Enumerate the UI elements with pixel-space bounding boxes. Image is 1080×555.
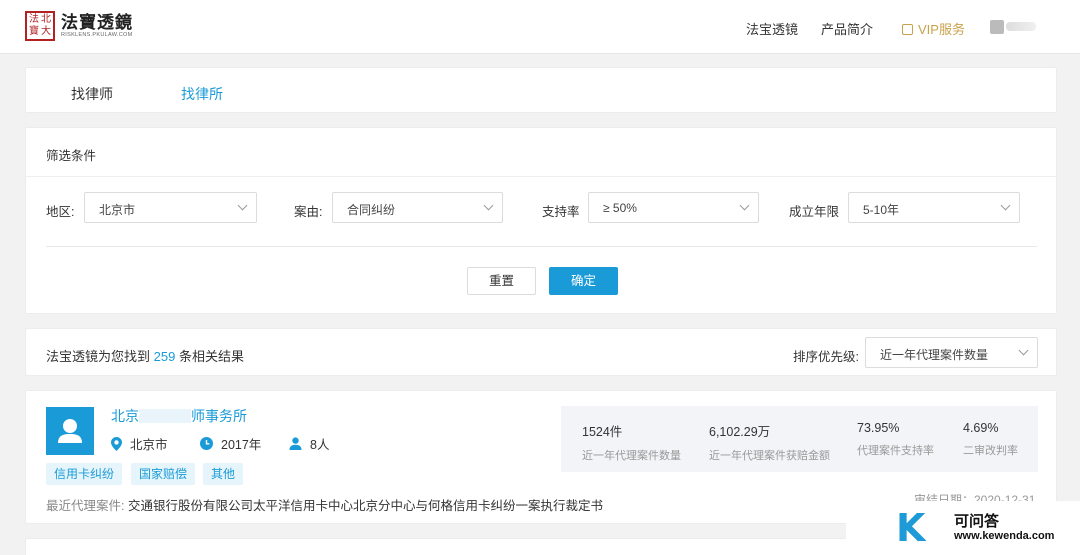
user-icon [58,419,82,443]
firm-avatar[interactable] [46,407,94,455]
years-select[interactable]: 5-10年 [848,192,1020,223]
watermark: K 可问答 www.kewenda.com [846,501,1080,555]
watermark-letter: K [896,506,926,550]
firm-people-value: 8人 [310,438,330,452]
region-value: 北京市 [99,203,136,217]
stat-desc: 近一年代理案件数量 [582,450,681,462]
chevron-down-icon [483,200,494,211]
chevron-down-icon [1018,345,1029,356]
cause-value: 合同纠纷 [347,203,396,217]
stat-desc: 近一年代理案件获赔金额 [709,450,830,462]
watermark-url: www.kewenda.com [954,530,1055,542]
recent-case: 最近代理案件: 交通银行股份有限公司太平洋信用卡中心北京分中心与何格信用卡纠纷一… [46,495,603,514]
top-navigation-bar: 法 北 寶 大 法寶透鏡 RISKLENS.PKULAW.COM 法宝透镜 产品… [0,0,1080,54]
sort-value: 近一年代理案件数量 [880,348,989,362]
brand-subtitle: RISKLENS.PKULAW.COM [61,32,133,38]
clock-icon [200,437,213,450]
firm-founded-value: 2017年 [221,438,262,452]
firm-city: 北京市 [111,434,168,453]
sort-select[interactable]: 近一年代理案件数量 [865,337,1038,368]
vip-icon [902,24,913,35]
recent-case-title[interactable]: 交通银行股份有限公司太平洋信用卡中心北京分中心与何格信用卡纠纷一案执行裁定书 [128,499,603,513]
vip-label: VIP服务 [918,22,965,37]
seal-char: 寶 [29,26,39,37]
region-select[interactable]: 北京市 [84,192,257,223]
tab-find-lawyer[interactable]: 找律师 [71,84,113,104]
username-blurred [1006,22,1036,31]
filter-title: 筛选条件 [46,149,97,163]
years-label: 成立年限 [789,205,840,219]
sort-label: 排序优先级: [793,350,859,364]
seal-char: 大 [41,26,51,37]
nav-item-risklens[interactable]: 法宝透镜 [746,19,798,38]
stat-value: 1524件 [582,425,623,439]
watermark-title: 可问答 [954,513,1000,530]
firm-stats: 1524件 近一年代理案件数量 6,102.29万 近一年代理案件获赔金额 73… [561,406,1038,472]
results-summary: 法宝透镜为您找到 259 条相关结果 [46,346,244,365]
tab-find-law-firm[interactable]: 找律所 [181,84,223,104]
stat-desc: 二审改判率 [963,445,1018,457]
stat-case-count: 1524件 近一年代理案件数量 [582,421,681,463]
chevron-down-icon [739,200,750,211]
stat-desc: 代理案件支持率 [857,445,934,457]
stat-appeal-reversal: 4.69% 二审改判率 [963,421,1018,458]
brand-logo[interactable]: 法 北 寶 大 法寶透鏡 RISKLENS.PKULAW.COM [25,11,133,41]
confirm-button[interactable]: 确定 [549,267,618,295]
firm-name-redacted [139,409,191,423]
tag-state-compensation[interactable]: 国家赔偿 [131,463,196,485]
support-rate-value: ≥ 50% [603,201,637,215]
firm-name-link[interactable]: 北京 师事务所 [111,406,247,426]
watermark-logo-icon: K [896,506,925,550]
region-label: 地区: [46,205,75,219]
results-suffix: 条相关结果 [178,349,244,364]
nav-item-product-intro[interactable]: 产品简介 [821,19,873,38]
seal-char: 法 [29,14,39,25]
person-icon [289,437,302,450]
firm-people: 8人 [289,434,329,453]
tag-credit-card-dispute[interactable]: 信用卡纠纷 [46,463,123,485]
reset-button[interactable]: 重置 [467,267,536,295]
firm-city-value: 北京市 [130,438,168,452]
results-header: 法宝透镜为您找到 259 条相关结果 排序优先级: 近一年代理案件数量 [25,328,1057,376]
firm-name-start: 北京 [111,408,139,424]
stat-award-amount: 6,102.29万 近一年代理案件获赔金额 [709,421,830,463]
support-rate-label: 支持率 [542,205,580,219]
chevron-down-icon [1000,200,1011,211]
filter-panel: 筛选条件 地区: 北京市 案由: 合同纠纷 支持率 ≥ 50% 成立年限 5-1… [25,127,1058,314]
stat-support-rate: 73.95% 代理案件支持率 [857,421,934,458]
location-pin-icon [111,436,122,451]
tag-other[interactable]: 其他 [203,463,244,485]
seal-char: 北 [41,14,51,25]
nav-item-vip[interactable]: VIP服务 [902,19,965,38]
cause-select[interactable]: 合同纠纷 [332,192,503,223]
years-value: 5-10年 [863,203,900,217]
cause-label: 案由: [294,205,323,219]
chevron-down-icon [237,200,248,211]
brand-title: 法寶透鏡 [61,13,133,33]
filter-header-divider [26,176,1058,177]
stat-value: 6,102.29万 [709,425,771,439]
support-rate-select[interactable]: ≥ 50% [588,192,759,223]
firm-name-end: 师事务所 [191,408,247,424]
recent-case-label: 最近代理案件: [46,499,125,513]
seal-icon: 法 北 寶 大 [25,11,55,41]
stat-value: 4.69% [963,421,999,435]
stat-value: 73.95% [857,421,900,435]
results-count: 259 [153,349,176,364]
firm-founded: 2017年 [200,434,261,453]
user-avatar[interactable] [990,20,1004,34]
tabs-card: 找律师 找律所 [25,67,1057,113]
filter-divider [46,246,1037,247]
results-prefix: 法宝透镜为您找到 [46,349,151,364]
